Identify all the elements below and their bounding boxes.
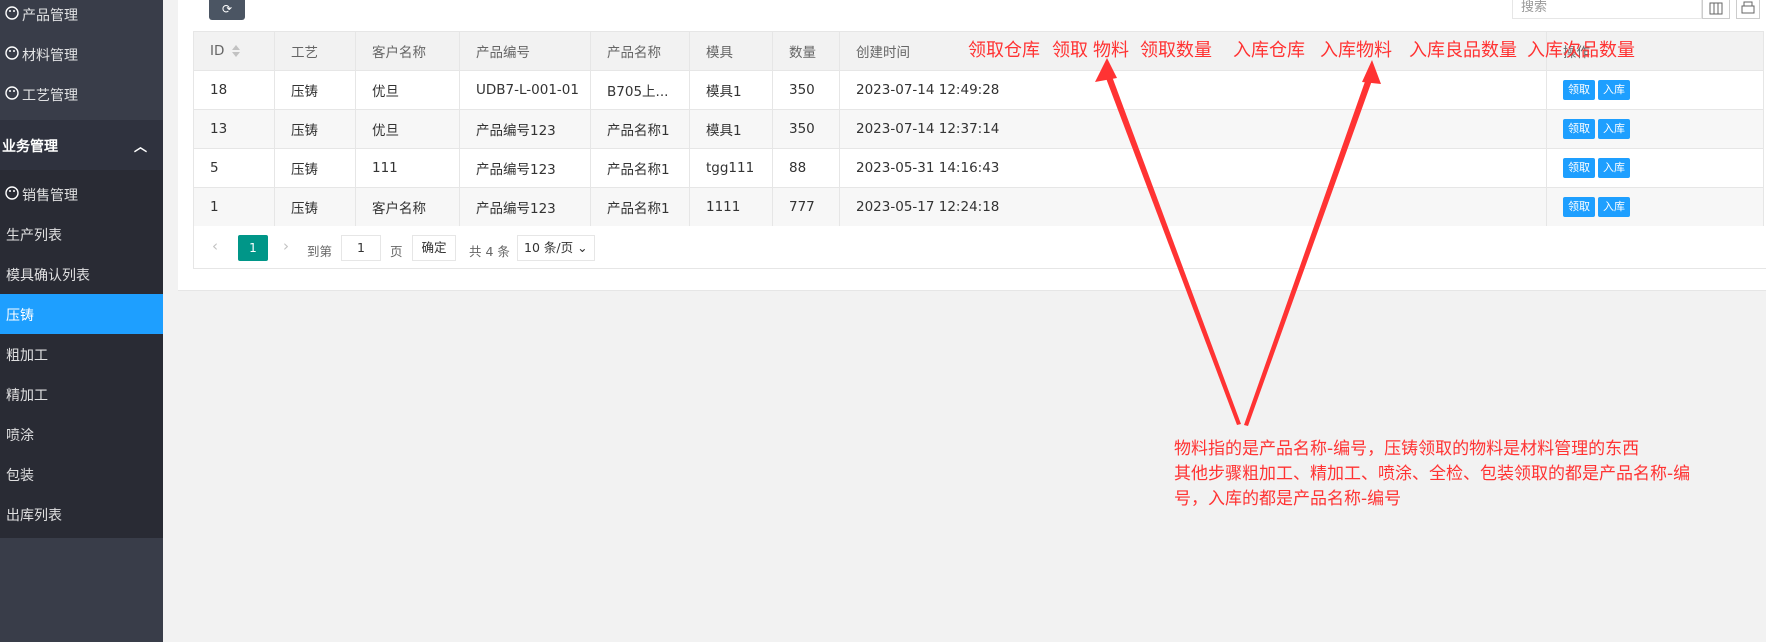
arrow-head-material bbox=[1095, 58, 1117, 82]
arrow-to-stock-in-material bbox=[1244, 73, 1374, 426]
note-line: 物料指的是产品名称-编号，压铸领取的物料是材料管理的东西 bbox=[1174, 439, 1640, 459]
note-line: 号，入库的都是产品名称-编号 bbox=[1174, 489, 1402, 509]
arrow-head-stock-in-material bbox=[1362, 60, 1381, 84]
annotation-arrows bbox=[1095, 58, 1381, 426]
arrow-to-material bbox=[1104, 71, 1241, 425]
annotation-note: 物料指的是产品名称-编号，压铸领取的物料是材料管理的东西 其他步骤粗加工、精加工… bbox=[1174, 437, 1734, 512]
note-line: 其他步骤粗加工、精加工、喷涂、全检、包装领取的都是产品名称-编 bbox=[1174, 464, 1691, 484]
